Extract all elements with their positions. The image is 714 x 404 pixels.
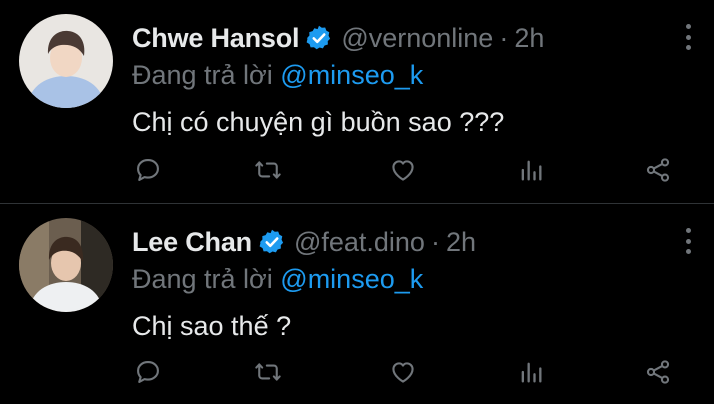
tweet-text: Chị có chuyện gì buồn sao ??? — [132, 107, 505, 137]
author-name[interactable]: Lee Chan — [132, 227, 252, 258]
reply-mention-link[interactable]: @minseo_k — [280, 60, 423, 90]
share-button[interactable] — [640, 152, 676, 188]
reply-mention-link[interactable]: @minseo_k — [280, 264, 423, 294]
retweet-icon — [255, 363, 281, 381]
share-button[interactable] — [640, 354, 676, 390]
tweet-actions — [132, 354, 677, 394]
share-icon — [646, 360, 670, 384]
retweet-button[interactable] — [250, 354, 286, 390]
tweet-text: Chị sao thế ? — [132, 311, 292, 341]
tweet[interactable]: Lee Chan @feat.dino · 2h Đang trả lời @m… — [0, 203, 714, 404]
author-handle[interactable]: @vernonline — [341, 23, 493, 54]
analytics-icon — [521, 362, 542, 383]
more-options-icon[interactable] — [684, 228, 692, 254]
reply-icon — [137, 159, 159, 181]
reply-prefix: Đang trả lời — [132, 60, 273, 90]
verified-badge-icon — [305, 24, 333, 52]
retweet-button[interactable] — [250, 152, 286, 188]
analytics-icon — [521, 160, 542, 181]
reply-icon — [137, 361, 159, 383]
separator-dot: · — [499, 22, 509, 53]
retweet-icon — [255, 161, 281, 179]
reply-context: Đang trả lời @minseo_k — [132, 264, 674, 295]
reply-button[interactable] — [130, 354, 166, 390]
separator-dot: · — [430, 226, 440, 257]
analytics-button[interactable] — [513, 152, 549, 188]
author-handle[interactable]: @feat.dino — [294, 227, 425, 258]
like-button[interactable] — [385, 354, 421, 390]
more-options-icon[interactable] — [684, 24, 692, 50]
author-name[interactable]: Chwe Hansol — [132, 23, 300, 54]
analytics-button[interactable] — [513, 354, 549, 390]
like-button[interactable] — [385, 152, 421, 188]
reply-button[interactable] — [130, 152, 166, 188]
avatar[interactable] — [19, 218, 113, 312]
reply-prefix: Đang trả lời — [132, 264, 273, 294]
share-icon — [646, 158, 670, 182]
verified-badge-icon — [258, 228, 286, 256]
tweet-actions — [132, 152, 677, 192]
like-icon — [392, 362, 414, 383]
avatar[interactable] — [19, 14, 113, 108]
tweet[interactable]: Chwe Hansol @vernonline · 2h Đang trả lờ… — [0, 0, 714, 203]
timestamp[interactable]: 2h — [514, 23, 544, 54]
timestamp[interactable]: 2h — [446, 227, 476, 258]
like-icon — [392, 160, 414, 181]
reply-context: Đang trả lời @minseo_k — [132, 60, 674, 91]
